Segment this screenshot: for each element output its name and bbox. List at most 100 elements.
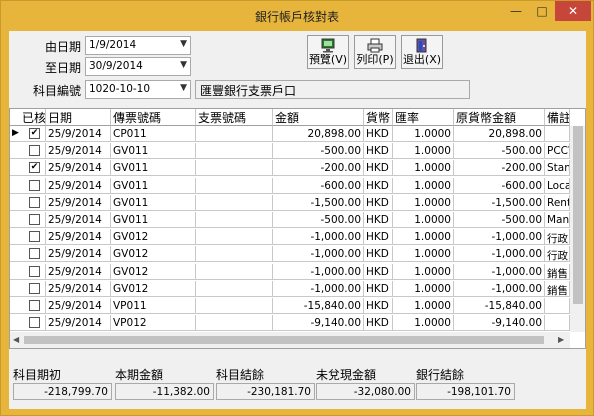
voucher-cell[interactable]: GV011 xyxy=(111,212,196,228)
remark-cell[interactable]: 行政 xyxy=(545,246,570,262)
currency-cell[interactable]: HKD xyxy=(364,281,393,297)
rate-cell[interactable]: 1.0000 xyxy=(393,264,454,280)
rate-cell[interactable]: 1.0000 xyxy=(393,229,454,245)
currency-cell[interactable]: HKD xyxy=(364,315,393,331)
currency-cell[interactable]: HKD xyxy=(364,264,393,280)
orig-cell[interactable]: -500.00 xyxy=(454,143,545,159)
currency-cell[interactable]: HKD xyxy=(364,246,393,262)
to-date-select[interactable]: 30/9/2014 ▼ xyxy=(85,57,191,76)
date-cell[interactable]: 25/9/2014 xyxy=(46,264,111,280)
remark-cell[interactable]: Local xyxy=(545,178,570,194)
rate-cell[interactable]: 1.0000 xyxy=(393,212,454,228)
amount-cell[interactable]: -200.00 xyxy=(273,160,364,176)
column-header-cheque[interactable]: 支票號碼 xyxy=(196,109,273,126)
orig-cell[interactable]: -200.00 xyxy=(454,160,545,176)
currency-cell[interactable]: HKD xyxy=(364,143,393,159)
rate-cell[interactable]: 1.0000 xyxy=(393,281,454,297)
amount-cell[interactable]: -500.00 xyxy=(273,143,364,159)
reconciled-cell[interactable] xyxy=(10,229,46,245)
from-date-select[interactable]: 1/9/2014 ▼ xyxy=(85,36,191,55)
voucher-cell[interactable]: GV011 xyxy=(111,195,196,211)
reconciled-cell[interactable] xyxy=(10,264,46,280)
rate-cell[interactable]: 1.0000 xyxy=(393,160,454,176)
reconciled-cell[interactable] xyxy=(10,212,46,228)
cheque-cell[interactable] xyxy=(196,143,273,159)
preview-button[interactable]: 預覽(V) xyxy=(307,35,349,69)
currency-cell[interactable]: HKD xyxy=(364,212,393,228)
reconciled-checkbox[interactable] xyxy=(29,214,40,225)
cheque-cell[interactable] xyxy=(196,229,273,245)
orig-cell[interactable]: -9,140.00 xyxy=(454,315,545,331)
print-button[interactable]: 列印(P) xyxy=(354,35,396,69)
voucher-cell[interactable]: VP012 xyxy=(111,315,196,331)
cheque-cell[interactable] xyxy=(196,195,273,211)
voucher-cell[interactable]: VP011 xyxy=(111,298,196,314)
amount-cell[interactable]: -15,840.00 xyxy=(273,298,364,314)
cheque-cell[interactable] xyxy=(196,281,273,297)
currency-cell[interactable]: HKD xyxy=(364,195,393,211)
reconciled-checkbox[interactable] xyxy=(29,145,40,156)
remark-cell[interactable]: 行政 xyxy=(545,229,570,245)
currency-cell[interactable]: HKD xyxy=(364,160,393,176)
rate-cell[interactable]: 1.0000 xyxy=(393,143,454,159)
orig-cell[interactable]: -1,000.00 xyxy=(454,229,545,245)
cheque-cell[interactable] xyxy=(196,315,273,331)
remark-cell[interactable]: 銷售 xyxy=(545,281,570,297)
reconciled-cell[interactable] xyxy=(10,143,46,159)
amount-cell[interactable]: -9,140.00 xyxy=(273,315,364,331)
orig-cell[interactable]: -1,000.00 xyxy=(454,281,545,297)
date-cell[interactable]: 25/9/2014 xyxy=(46,212,111,228)
cheque-cell[interactable] xyxy=(196,298,273,314)
column-header-remark[interactable]: 備註 xyxy=(545,109,570,126)
scroll-left-icon[interactable]: ◀ xyxy=(13,335,19,344)
reconciled-checkbox[interactable] xyxy=(29,231,40,242)
reconciled-cell[interactable] xyxy=(10,281,46,297)
voucher-cell[interactable]: GV011 xyxy=(111,160,196,176)
amount-cell[interactable]: -1,500.00 xyxy=(273,195,364,211)
date-cell[interactable]: 25/9/2014 xyxy=(46,195,111,211)
reconciled-checkbox[interactable] xyxy=(29,300,40,311)
minimize-button[interactable]: — xyxy=(503,1,529,21)
reconciled-checkbox[interactable]: ✔ xyxy=(29,162,40,173)
date-cell[interactable]: 25/9/2014 xyxy=(46,126,111,142)
voucher-cell[interactable]: GV011 xyxy=(111,143,196,159)
transactions-table[interactable]: 已核 日期 傳票號碼 支票號碼 金額 貨幣 匯率 原貨幣金額 備註 ▶ ✔ 25/9… xyxy=(9,108,586,349)
column-header-amount[interactable]: 金額 xyxy=(273,109,364,126)
amount-cell[interactable]: -1,000.00 xyxy=(273,281,364,297)
account-select[interactable]: 1020-10-10 ▼ xyxy=(85,80,191,99)
column-header-date[interactable]: 日期 xyxy=(46,109,111,126)
date-cell[interactable]: 25/9/2014 xyxy=(46,281,111,297)
horizontal-scroll-thumb[interactable] xyxy=(24,336,544,344)
remark-cell[interactable]: Stam xyxy=(545,160,570,176)
voucher-cell[interactable]: GV012 xyxy=(111,229,196,245)
column-header-rate[interactable]: 匯率 xyxy=(393,109,454,126)
date-cell[interactable]: 25/9/2014 xyxy=(46,143,111,159)
column-header-voucher[interactable]: 傳票號碼 xyxy=(111,109,196,126)
cheque-cell[interactable] xyxy=(196,160,273,176)
voucher-cell[interactable]: GV012 xyxy=(111,281,196,297)
reconciled-checkbox[interactable] xyxy=(29,197,40,208)
reconciled-checkbox[interactable] xyxy=(29,248,40,259)
vertical-scrollbar[interactable] xyxy=(570,126,585,332)
reconciled-cell[interactable] xyxy=(10,195,46,211)
rate-cell[interactable]: 1.0000 xyxy=(393,246,454,262)
voucher-cell[interactable]: GV012 xyxy=(111,264,196,280)
currency-cell[interactable]: HKD xyxy=(364,126,393,142)
amount-cell[interactable]: -1,000.00 xyxy=(273,264,364,280)
remark-cell[interactable]: Mana xyxy=(545,212,570,228)
vertical-scroll-thumb[interactable] xyxy=(573,126,583,304)
rate-cell[interactable]: 1.0000 xyxy=(393,178,454,194)
cheque-cell[interactable] xyxy=(196,178,273,194)
amount-cell[interactable]: 20,898.00 xyxy=(273,126,364,142)
orig-cell[interactable]: -1,500.00 xyxy=(454,195,545,211)
column-header-original-amount[interactable]: 原貨幣金額 xyxy=(454,109,545,126)
voucher-cell[interactable]: CP011 xyxy=(111,126,196,142)
orig-cell[interactable]: 20,898.00 xyxy=(454,126,545,142)
currency-cell[interactable]: HKD xyxy=(364,178,393,194)
currency-cell[interactable]: HKD xyxy=(364,229,393,245)
orig-cell[interactable]: -600.00 xyxy=(454,178,545,194)
rate-cell[interactable]: 1.0000 xyxy=(393,195,454,211)
date-cell[interactable]: 25/9/2014 xyxy=(46,246,111,262)
cheque-cell[interactable] xyxy=(196,126,273,142)
column-header-reconciled[interactable]: 已核 xyxy=(10,109,46,126)
